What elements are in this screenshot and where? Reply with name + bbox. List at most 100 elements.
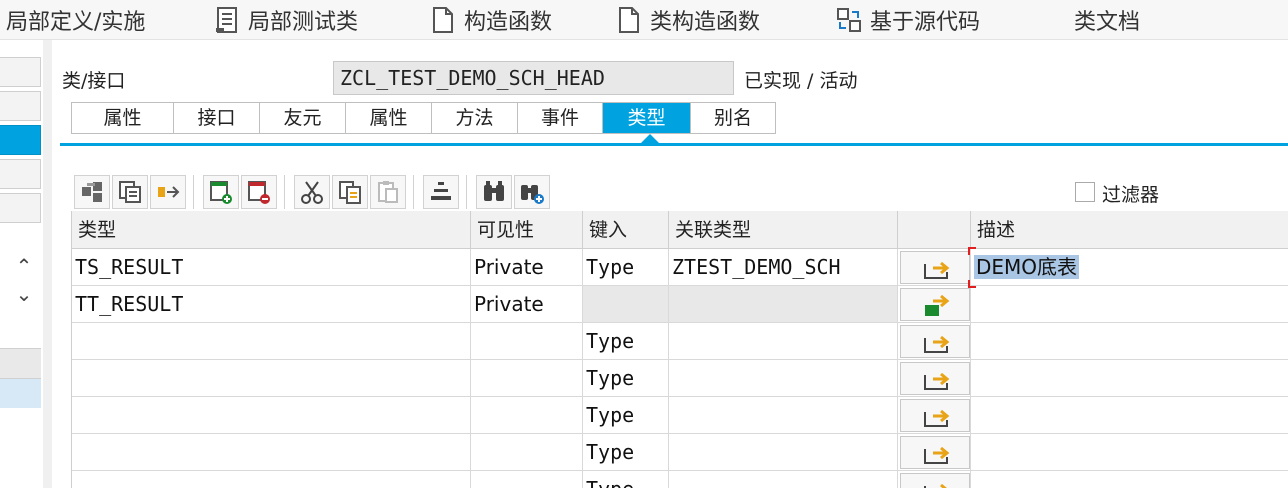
delete-row-icon [248, 181, 270, 204]
table-cell-description[interactable] [971, 323, 1288, 360]
align-center-icon [431, 182, 451, 200]
left-nav-button-5[interactable] [0, 193, 41, 223]
class-name-field[interactable]: ZCL_TEST_DEMO_SCH_HEAD [333, 61, 734, 95]
cut-button[interactable] [294, 175, 330, 209]
table-cell-description[interactable]: DEMO底表 [971, 249, 1288, 286]
chevron-down-icon[interactable]: ⌄ [14, 284, 34, 304]
filter-label: 过滤器 [1102, 184, 1160, 206]
navigate-button[interactable] [150, 175, 186, 209]
table-cell-associated-type[interactable] [669, 471, 898, 488]
table-cell-associated-type [669, 286, 898, 323]
navigate-to-type-button[interactable] [900, 436, 970, 469]
tab-types[interactable]: 类型 [603, 103, 691, 133]
copy-button[interactable] [332, 175, 368, 209]
left-nav-button-2[interactable] [0, 91, 41, 121]
tab-interfaces[interactable]: 接口 [174, 103, 260, 133]
table-cell-associated-type[interactable] [669, 434, 898, 471]
table-cell-type[interactable] [72, 397, 471, 434]
table-cell-associated-type[interactable] [669, 360, 898, 397]
column-header-description[interactable]: 描述 [971, 211, 1288, 249]
left-panel-row[interactable] [0, 348, 41, 378]
navigate-to-type-button[interactable] [900, 399, 970, 432]
tab-properties[interactable]: 属性 [72, 103, 174, 133]
create-goto-icon [925, 294, 950, 316]
table-cell-typing[interactable]: Type [583, 471, 669, 488]
copy-icon [339, 181, 361, 204]
table-cell-visibility[interactable] [471, 434, 583, 471]
document-icon [619, 7, 639, 33]
tab-methods[interactable]: 方法 [432, 103, 518, 133]
table-cell-description[interactable] [971, 471, 1288, 488]
tab-attributes[interactable]: 属性 [346, 103, 432, 133]
filter-checkbox[interactable] [1075, 182, 1095, 202]
table-cell-description[interactable] [971, 434, 1288, 471]
find-next-button[interactable] [514, 175, 550, 209]
find-button[interactable] [476, 175, 512, 209]
class-constructor-button[interactable]: 类构造函数 [616, 0, 760, 40]
table-cell-typing[interactable]: Type [583, 323, 669, 360]
paste-button[interactable] [370, 175, 406, 209]
table-cell-type[interactable] [72, 323, 471, 360]
table-cell-typing[interactable]: Type [583, 360, 669, 397]
column-header-navigate [898, 211, 971, 249]
left-panel-scrollbar[interactable] [43, 40, 52, 488]
create-type-button[interactable] [900, 288, 970, 321]
table-cell-type[interactable] [72, 471, 471, 488]
table-cell-type[interactable]: TT_RESULT [72, 286, 471, 323]
left-nav-button-3[interactable] [0, 125, 41, 155]
table-cell-associated-type[interactable] [669, 323, 898, 360]
display-button[interactable] [112, 175, 148, 209]
navigate-to-type-button[interactable] [900, 362, 970, 395]
column-header-associated-type[interactable]: 关联类型 [669, 211, 898, 249]
table-cell-type[interactable] [72, 434, 471, 471]
focus-corner [968, 280, 976, 288]
delete-row-button[interactable] [241, 175, 277, 209]
table-cell-description[interactable] [971, 360, 1288, 397]
left-nav-button-4[interactable] [0, 159, 41, 189]
table-cell-visibility[interactable] [471, 471, 583, 488]
table-cell-typing [583, 286, 669, 323]
goto-arrow-icon [924, 409, 950, 427]
scissors-icon [301, 181, 323, 204]
table-cell-typing[interactable]: Type [583, 434, 669, 471]
table-cell-associated-type[interactable] [669, 397, 898, 434]
selected-description-text[interactable]: DEMO底表 [974, 255, 1080, 279]
insert-row-button[interactable] [203, 175, 239, 209]
table-cell-associated-type[interactable]: ZTEST_DEMO_SCH [669, 249, 898, 286]
table-cell-visibility[interactable]: Private [471, 249, 583, 286]
left-panel-row-selected[interactable] [0, 378, 41, 408]
table-cell-visibility[interactable]: Private [471, 286, 583, 323]
constructor-button[interactable]: 构造函数 [430, 0, 552, 40]
chevron-up-icon[interactable]: ⌃ [14, 256, 34, 276]
table-cell-typing[interactable]: Type [583, 397, 669, 434]
tab-events[interactable]: 事件 [518, 103, 603, 133]
local-test-classes-button[interactable]: 局部测试类 [214, 0, 358, 40]
branch-arrow-icon [158, 186, 180, 198]
table-cell-typing[interactable]: Type [583, 249, 669, 286]
navigate-to-type-button[interactable] [900, 325, 970, 358]
navigate-to-type-button[interactable] [900, 251, 970, 284]
table-cell-visibility[interactable] [471, 360, 583, 397]
goto-arrow-icon [924, 446, 950, 464]
tab-aliases[interactable]: 别名 [691, 103, 775, 133]
table-cell-visibility[interactable] [471, 323, 583, 360]
navigate-to-type-button[interactable] [900, 473, 970, 488]
source-code-based-button[interactable]: 基于源代码 [836, 0, 980, 40]
column-header-type[interactable]: 类型 [72, 211, 471, 249]
table-cell-description[interactable] [971, 286, 1288, 323]
paste-icon [378, 181, 398, 203]
column-header-visibility[interactable]: 可见性 [471, 211, 583, 249]
constructor-label: 构造函数 [464, 10, 553, 35]
detail-view-button[interactable] [74, 175, 110, 209]
local-definitions-button[interactable]: 局部定义/实施 [6, 0, 145, 40]
column-header-typing[interactable]: 键入 [583, 211, 669, 249]
table-cell-type[interactable]: TS_RESULT [72, 249, 471, 286]
table-cell-type[interactable] [72, 360, 471, 397]
left-nav-button-1[interactable] [0, 57, 41, 87]
table-cell-description[interactable] [971, 397, 1288, 434]
class-documentation-button[interactable]: 类文档 [1074, 0, 1140, 40]
tab-friends[interactable]: 友元 [260, 103, 346, 133]
table-cell-visibility[interactable] [471, 397, 583, 434]
center-button[interactable] [423, 175, 459, 209]
status-text: 已实现 / 活动 [744, 70, 858, 92]
